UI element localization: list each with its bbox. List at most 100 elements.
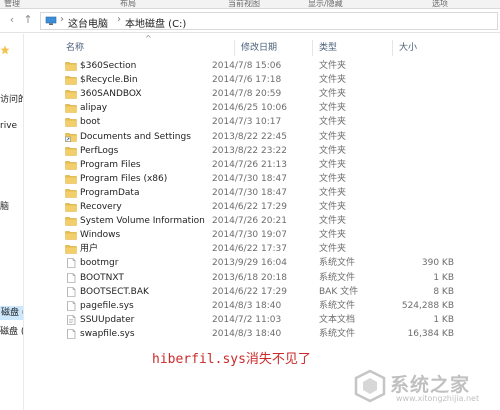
file-icon — [67, 329, 76, 339]
column-header-name[interactable]: 名称 — [60, 40, 234, 56]
file-row[interactable]: Program Files 2014/7/26 21:13 文件夹 — [64, 158, 500, 172]
file-type: 文件夹 — [319, 187, 347, 198]
file-size: 8 KB — [433, 286, 454, 297]
file-icon — [67, 300, 76, 311]
folder-icon — [65, 104, 77, 114]
file-row[interactable]: swapfile.sys 2014/8/3 18:40 系统文件 16,384 KB — [64, 327, 500, 341]
file-row[interactable]: alipay 2014/6/25 10:06 文件夹 — [64, 101, 500, 115]
column-header-size[interactable]: 大小 — [392, 40, 500, 56]
file-name: $Recycle.Bin — [80, 75, 138, 86]
back-arrow-icon[interactable]: ‹ — [6, 13, 18, 27]
file-name: pagefile.sys — [80, 300, 134, 311]
file-type: 文件夹 — [319, 61, 347, 71]
file-row[interactable]: Recovery 2014/6/22 17:29 文件夹 — [64, 200, 500, 214]
ribbon-tab-layout[interactable]: 布局 — [120, 0, 136, 9]
file-row[interactable]: pagefile.sys 2014/8/3 18:40 系统文件 524,288 KB — [64, 299, 500, 313]
file-name: bootmgr — [80, 258, 119, 269]
file-row[interactable]: bootmgr 2013/9/29 16:04 系统文件 390 KB — [64, 256, 500, 270]
file-type: 文件夹 — [319, 103, 347, 114]
file-size: 16,384 KB — [407, 328, 454, 339]
file-name: System Volume Information — [80, 216, 205, 227]
file-type: 文件夹 — [319, 173, 347, 184]
file-type: 系统文件 — [319, 300, 356, 311]
file-type: 系统文件 — [319, 258, 356, 269]
file-type: 文件夹 — [319, 244, 347, 255]
file-row[interactable]: 360SANDBOX 2014/7/8 20:59 文件夹 — [64, 87, 500, 101]
file-row[interactable]: 用户 2014/6/22 17:37 文件夹 — [64, 242, 500, 256]
file-date: 2014/7/8 15:06 — [212, 61, 282, 71]
nav-item-pinned[interactable] — [0, 45, 10, 58]
file-row[interactable]: BOOTSECT.BAK 2014/6/22 17:29 BAK 文件 8 KB — [64, 285, 500, 299]
file-size: 1 KB — [433, 272, 454, 283]
watermark: 系统之家 www.xitongzhijia.net — [346, 364, 500, 410]
nav-item-onedrive[interactable]: rive — [0, 121, 17, 131]
file-row[interactable]: PerfLogs 2013/8/22 23:22 文件夹 — [64, 144, 500, 158]
file-row[interactable]: $Recycle.Bin 2014/7/6 17:18 文件夹 — [64, 73, 500, 87]
file-row[interactable]: boot 2014/7/3 10:17 文件夹 — [64, 115, 500, 129]
nav-item-local-disk-c[interactable]: 磁盘 (C:) — [0, 306, 23, 320]
file-name: BOOTSECT.BAK — [80, 286, 149, 297]
file-type: 文件夹 — [319, 117, 347, 128]
file-name: Windows — [80, 230, 121, 241]
breadcrumb-local-disk-c[interactable]: 本地磁盘 (C:) — [125, 15, 186, 30]
file-type: 文件夹 — [319, 230, 347, 241]
column-header-date[interactable]: 修改日期 — [234, 40, 312, 56]
file-name: Documents and Settings — [80, 131, 191, 142]
nav-item-this-pc[interactable]: 脑 — [0, 199, 9, 212]
folder-icon — [65, 217, 77, 226]
file-name: swapfile.sys — [80, 328, 135, 339]
file-type: BAK 文件 — [319, 286, 359, 297]
file-row[interactable]: ProgramData 2014/7/30 18:47 文件夹 — [64, 186, 500, 200]
file-size: 1 KB — [433, 314, 454, 325]
folder-icon — [65, 189, 77, 198]
ribbon-tab-options[interactable]: 选项 — [432, 0, 448, 9]
ribbon-tab-current-view[interactable]: 当前视图 — [228, 0, 260, 9]
chevron-right-icon: › — [60, 14, 64, 25]
navigation-pane: 访问的位置 rive 脑 磁盘 (C:) 磁盘 (D:) — [0, 34, 24, 410]
file-name: alipay — [80, 103, 108, 114]
computer-icon — [45, 16, 57, 25]
up-arrow-icon[interactable]: ↑ — [22, 13, 34, 27]
nav-item-local-disk-d[interactable]: 磁盘 (D:) — [0, 324, 23, 337]
folder-icon — [65, 62, 77, 71]
ribbon-tab-show-hide[interactable]: 显示/隐藏 — [308, 0, 343, 9]
file-name: Program Files (x86) — [80, 173, 168, 184]
column-header-type[interactable]: 类型 — [312, 40, 392, 56]
ribbon-tab-manage[interactable]: 管理 — [4, 0, 20, 9]
watermark-logo-icon — [354, 369, 386, 403]
file-row[interactable]: Program Files (x86) 2014/7/30 18:47 文件夹 — [64, 172, 500, 186]
file-type: 文件夹 — [319, 75, 347, 86]
file-date: 2014/6/22 17:37 — [212, 244, 287, 255]
file-date: 2014/7/26 20:21 — [212, 216, 287, 227]
text-file-icon — [67, 314, 76, 325]
file-type: 系统文件 — [319, 272, 356, 283]
breadcrumb-this-pc[interactable]: 这台电脑 — [68, 15, 108, 30]
file-date: 2014/7/30 19:07 — [212, 230, 287, 241]
folder-icon — [65, 231, 77, 240]
file-name: 用户 — [80, 244, 99, 255]
file-date: 2014/6/22 17:29 — [212, 202, 287, 212]
file-row[interactable]: SSUUpdater 2014/7/2 11:03 文本文档 1 KB — [64, 313, 500, 327]
folder-icon — [65, 245, 77, 255]
file-name: PerfLogs — [80, 145, 119, 156]
folder-icon — [65, 203, 77, 212]
file-row[interactable]: System Volume Information 2014/7/26 20:21… — [64, 214, 500, 228]
file-row[interactable]: $360Section 2014/7/8 15:06 文件夹 — [64, 59, 500, 73]
address-box[interactable]: › 这台电脑 › 本地磁盘 (C:) — [40, 12, 498, 30]
folder-icon — [65, 146, 77, 156]
file-type: 系统文件 — [319, 328, 356, 339]
star-icon — [0, 45, 10, 55]
file-type: 文件夹 — [319, 202, 347, 212]
ribbon: 管理 布局 当前视图 显示/隐藏 选项 — [0, 0, 500, 9]
file-row[interactable]: BOOTNXT 2013/6/18 20:18 系统文件 1 KB — [64, 271, 500, 285]
file-date: 2014/7/6 17:18 — [212, 75, 282, 86]
file-name: Program Files — [80, 159, 141, 170]
file-date: 2014/8/3 18:40 — [212, 328, 282, 339]
file-date: 2013/8/22 23:22 — [212, 145, 287, 156]
file-type: 文件夹 — [319, 145, 347, 156]
folder-icon — [65, 175, 77, 184]
file-row[interactable]: Documents and Settings 2013/8/22 22:45 文件夹 — [64, 130, 500, 144]
file-row[interactable]: Windows 2014/7/30 19:07 文件夹 — [64, 228, 500, 242]
nav-item-recent-places[interactable]: 访问的位置 — [0, 92, 23, 105]
file-name: boot — [80, 117, 101, 128]
